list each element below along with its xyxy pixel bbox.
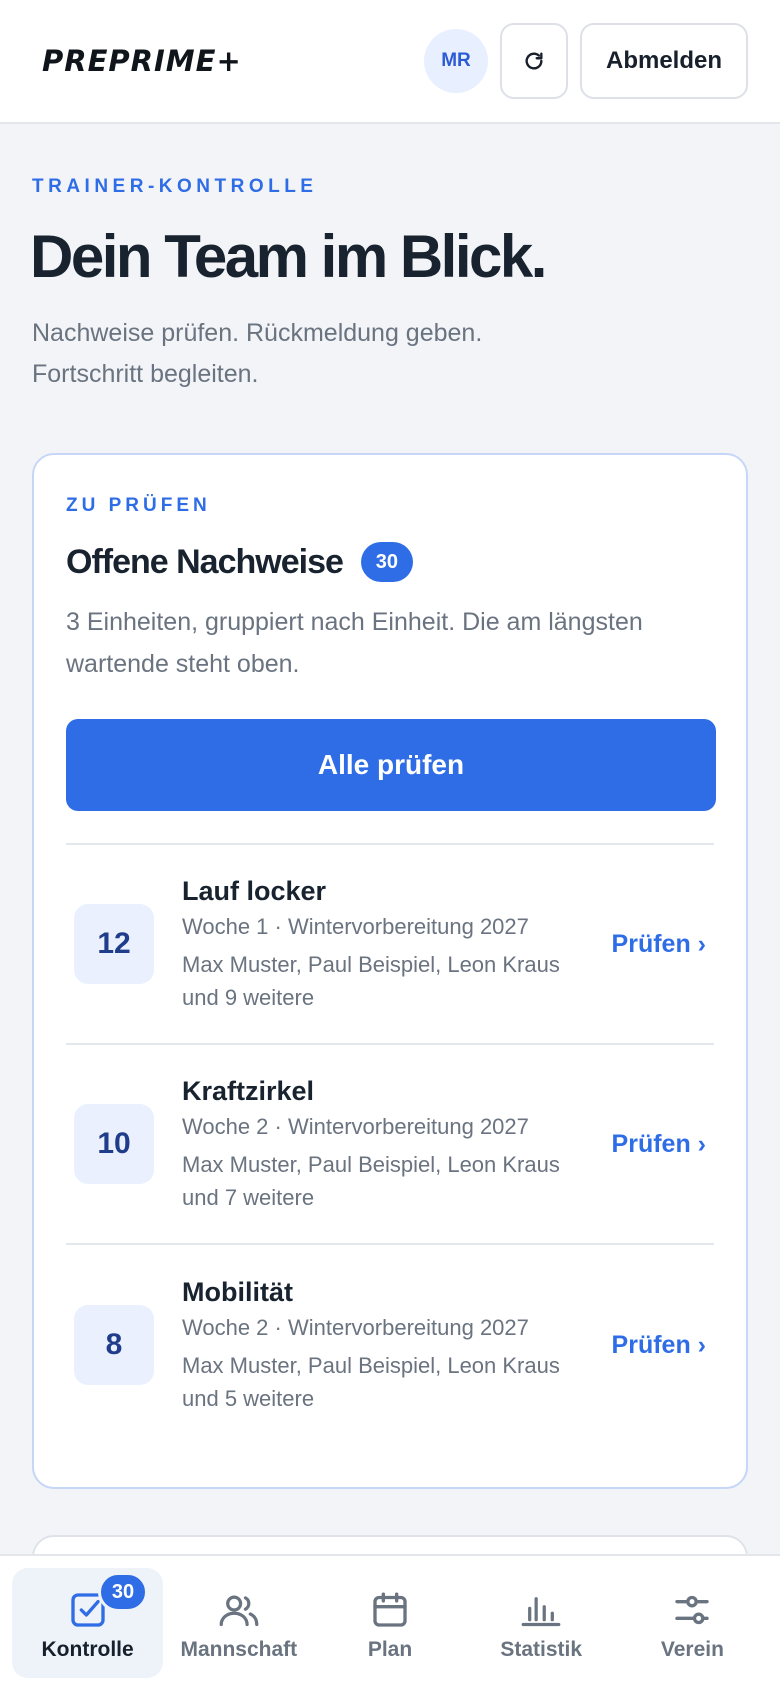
- pending-count: 10: [74, 1104, 154, 1184]
- open-submissions-card: ZU PRÜFEN Offene Nachweise 30 3 Einheite…: [32, 453, 748, 1489]
- nav-item-kontrolle[interactable]: 30 Kontrolle: [12, 1568, 164, 1678]
- page-subtitle: Nachweise prüfen. Rückmeldung geben. For…: [32, 319, 483, 388]
- page-title: Dein Team im Blick.: [30, 223, 547, 290]
- list-item-body: Lauf locker Woche 1 · Wintervorbereitung…: [182, 874, 612, 1014]
- refresh-icon: [525, 52, 543, 70]
- list-item-names: Max Muster, Paul Beispiel, Leon Kraus un…: [182, 952, 560, 1010]
- nav-label: Mannschaft: [180, 1638, 298, 1661]
- refresh-button[interactable]: [499, 23, 568, 99]
- card-eyebrow: ZU PRÜFEN: [66, 495, 211, 516]
- calendar-icon: [373, 1592, 407, 1627]
- nav-label: Kontrolle: [41, 1638, 134, 1661]
- bottom-nav: 30 Kontrolle Mannschaft Plan Statistik V…: [0, 1554, 780, 1688]
- list-item-body: Kraftzirkel Woche 2 · Wintervorbereitung…: [182, 1074, 612, 1214]
- nav-label: Plan: [367, 1638, 413, 1661]
- pending-count: 12: [74, 904, 154, 984]
- card-title-row: Offene Nachweise 30: [66, 537, 714, 587]
- list-item-meta: Woche 1 · Wintervorbereitung 2027: [182, 914, 529, 939]
- list-item-title: Lauf locker: [182, 876, 327, 906]
- nav-item-mannschaft[interactable]: Mannschaft: [163, 1568, 314, 1678]
- list-item-names: Max Muster, Paul Beispiel, Leon Kraus un…: [182, 1152, 560, 1210]
- review-link[interactable]: Prüfen ›: [612, 1331, 706, 1360]
- list-item-meta: Woche 2 · Wintervorbereitung 2027: [182, 1114, 529, 1139]
- bar-chart-icon: [521, 1597, 561, 1627]
- avatar[interactable]: MR: [423, 29, 488, 93]
- users-icon: [219, 1595, 259, 1627]
- pending-count: 8: [74, 1305, 154, 1385]
- review-link[interactable]: Prüfen ›: [612, 1130, 706, 1159]
- nav-label: Statistik: [500, 1638, 583, 1661]
- list-item-title: Mobilität: [182, 1277, 293, 1307]
- list-item[interactable]: 10 Kraftzirkel Woche 2 · Wintervorbereit…: [66, 1045, 714, 1245]
- nav-label: Verein: [660, 1638, 724, 1661]
- nav-item-statistik[interactable]: Statistik: [466, 1568, 617, 1678]
- logout-button[interactable]: Abmelden: [579, 23, 748, 99]
- review-link[interactable]: Prüfen ›: [612, 930, 706, 959]
- section-eyebrow: TRAINER-KONTROLLE: [32, 176, 318, 197]
- list-item-names: Max Muster, Paul Beispiel, Leon Kraus un…: [182, 1353, 560, 1411]
- list-item-body: Mobilität Woche 2 · Wintervorbereitung 2…: [182, 1275, 612, 1415]
- nav-item-plan[interactable]: Plan: [314, 1568, 465, 1678]
- list-item-title: Kraftzirkel: [182, 1076, 315, 1106]
- list-item-meta: Woche 2 · Wintervorbereitung 2027: [182, 1315, 529, 1340]
- nav-item-verein[interactable]: Verein: [617, 1568, 768, 1678]
- nav-badge: 30: [98, 1572, 148, 1612]
- app-logo[interactable]: PREPRIME+: [42, 44, 424, 78]
- review-all-button[interactable]: Alle prüfen: [66, 719, 716, 811]
- count-badge: 30: [360, 542, 413, 582]
- card-title: Offene Nachweise: [66, 542, 344, 581]
- card-description: 3 Einheiten, gruppiert nach Einheit. Die…: [66, 608, 643, 678]
- list-item[interactable]: 12 Lauf locker Woche 1 · Wintervorbereit…: [66, 845, 714, 1045]
- list-item[interactable]: 8 Mobilität Woche 2 · Wintervorbereitung…: [66, 1245, 714, 1445]
- sliders-icon: [675, 1595, 710, 1625]
- app-header: PREPRIME+ MR Abmelden: [0, 0, 780, 124]
